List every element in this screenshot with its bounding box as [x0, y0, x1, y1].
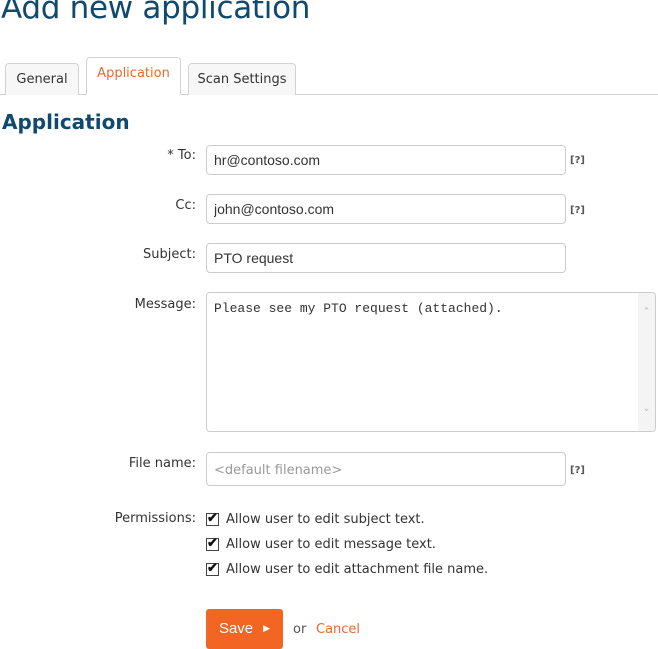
- permission-message-checkbox[interactable]: ✔: [206, 534, 219, 551]
- subject-input[interactable]: [206, 243, 566, 273]
- tab-bar: General Application Scan Settings: [0, 57, 658, 95]
- permission-filename: ✔ Allow user to edit attachment file nam…: [206, 559, 488, 579]
- permission-subject-text: Allow user to edit subject text.: [226, 511, 425, 527]
- permission-subject-checkbox[interactable]: ✔: [206, 509, 219, 526]
- checkmark-icon: ✔: [207, 509, 218, 525]
- caret-right-icon: ▶: [263, 622, 271, 633]
- subject-label: Subject:: [143, 247, 196, 262]
- to-input[interactable]: [206, 145, 566, 175]
- tab-general[interactable]: General: [5, 63, 79, 95]
- checkmark-icon: ✔: [207, 559, 218, 575]
- save-button[interactable]: Save ▶: [206, 609, 283, 649]
- or-text: or: [293, 622, 307, 637]
- permission-filename-checkbox[interactable]: ✔: [206, 559, 219, 576]
- message-field: Please see my PTO request (attached). ⌃ …: [206, 292, 656, 432]
- message-scrollbar[interactable]: ⌃ ⌄: [638, 293, 655, 431]
- permissions-label: Permissions:: [114, 511, 196, 526]
- filename-label: File name:: [128, 456, 196, 471]
- message-textarea[interactable]: Please see my PTO request (attached).: [207, 293, 639, 431]
- to-help-link[interactable]: [?]: [570, 155, 585, 166]
- permission-message-text: Allow user to edit message text.: [226, 536, 436, 552]
- permission-subject: ✔ Allow user to edit subject text.: [206, 509, 425, 529]
- tab-scan-settings[interactable]: Scan Settings: [188, 63, 296, 95]
- permission-message: ✔ Allow user to edit message text.: [206, 534, 436, 554]
- chevron-down-icon[interactable]: ⌄: [638, 400, 655, 417]
- to-label: * To:: [167, 148, 196, 163]
- tab-application[interactable]: Application: [86, 57, 181, 95]
- cc-label: Cc:: [175, 198, 196, 213]
- section-title: Application: [2, 110, 130, 134]
- cc-help-link[interactable]: [?]: [570, 205, 585, 216]
- cancel-link[interactable]: Cancel: [316, 622, 360, 637]
- filename-help-link[interactable]: [?]: [570, 465, 585, 476]
- page-title: Add new application: [1, 0, 311, 26]
- message-label: Message:: [134, 297, 196, 312]
- cc-input[interactable]: [206, 194, 566, 224]
- checkmark-icon: ✔: [207, 534, 218, 550]
- filename-input[interactable]: [206, 452, 566, 486]
- chevron-up-icon[interactable]: ⌃: [638, 303, 655, 320]
- permission-filename-text: Allow user to edit attachment file name.: [226, 561, 489, 577]
- save-button-label: Save: [218, 619, 254, 637]
